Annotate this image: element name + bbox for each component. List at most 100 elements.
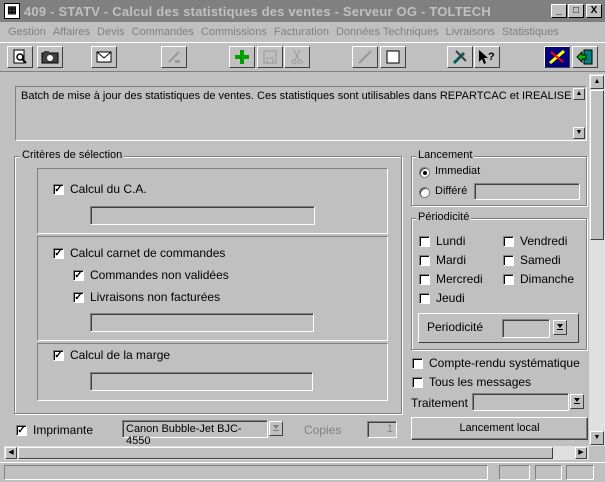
- blank-page-icon: [386, 50, 400, 64]
- save-icon: [263, 50, 277, 64]
- tous-messages-label: Tous les messages: [429, 375, 532, 389]
- differe-radio[interactable]: [419, 187, 430, 198]
- scroll-up-button[interactable]: ▲: [590, 75, 604, 89]
- description-scroll-down-button[interactable]: ▼: [573, 127, 585, 139]
- horizontal-scroll-thumb[interactable]: [18, 447, 553, 459]
- livraisons-non-facturees-label: Livraisons non facturées: [90, 290, 221, 304]
- mail-icon: [96, 51, 112, 63]
- minimize-button[interactable]: _: [551, 4, 567, 18]
- title-bar: ▦ 409 - STATV - Calcul des statistiques …: [0, 0, 605, 22]
- help-button[interactable]: ?: [474, 46, 500, 68]
- batch-button[interactable]: [37, 46, 63, 68]
- periodicite-field-label: Periodicité: [427, 320, 484, 334]
- description-box: Batch de mise à jour des statistiques de…: [15, 86, 587, 141]
- scroll-left-button[interactable]: ◀: [5, 447, 17, 459]
- status-panel-3: [566, 465, 594, 480]
- description-scroll-up-button[interactable]: ▲: [573, 88, 585, 100]
- traitement-select[interactable]: [472, 393, 569, 411]
- description-scrollbar[interactable]: ▲ ▼: [572, 87, 586, 140]
- preview-button[interactable]: [7, 46, 33, 68]
- lundi-checkbox[interactable]: [419, 236, 430, 247]
- menu-gestion[interactable]: Gestion: [8, 26, 46, 38]
- maximize-button[interactable]: □: [568, 4, 584, 18]
- compte-rendu-label: Compte-rendu systématique: [429, 356, 580, 370]
- exit-button[interactable]: [572, 46, 598, 68]
- calcul-carnet-label: Calcul carnet de commandes: [70, 246, 226, 260]
- copies-field[interactable]: 1: [367, 421, 397, 438]
- traitement-dropdown-button[interactable]: [570, 394, 584, 409]
- calcul-carnet-checkbox[interactable]: ✓: [53, 248, 64, 259]
- compte-rendu-checkbox[interactable]: [412, 358, 423, 369]
- commandes-non-validees-checkbox[interactable]: ✓: [73, 270, 84, 281]
- printer-select[interactable]: Canon Bubble-Jet BJC-4550: [122, 420, 268, 447]
- save-button[interactable]: [257, 46, 283, 68]
- exit-icon: [576, 49, 593, 65]
- erase-button[interactable]: [352, 46, 378, 68]
- mercredi-checkbox[interactable]: [419, 274, 430, 285]
- tools-icon: [452, 50, 467, 65]
- calcul-marge-label: Calcul de la marge: [70, 348, 171, 362]
- printer-dropdown-button[interactable]: [269, 421, 283, 436]
- jeudi-label: Jeudi: [436, 291, 465, 305]
- add-button[interactable]: [229, 46, 255, 68]
- menu-donnees-techniques[interactable]: Données Techniques: [336, 26, 439, 38]
- differe-field[interactable]: [474, 183, 580, 200]
- horizontal-scrollbar[interactable]: ◀ ▶: [4, 446, 589, 460]
- cut-button[interactable]: [284, 46, 310, 68]
- main-vertical-scrollbar[interactable]: ▲ ▼: [589, 74, 605, 446]
- calcul-marge-field[interactable]: [90, 372, 313, 391]
- calcul-ca-field[interactable]: [90, 206, 315, 225]
- mercredi-label: Mercredi: [436, 272, 483, 286]
- close-button[interactable]: X: [586, 4, 602, 18]
- tous-messages-checkbox[interactable]: [412, 377, 423, 388]
- vendredi-checkbox[interactable]: [503, 236, 514, 247]
- add-icon: [235, 50, 249, 64]
- scroll-right-button[interactable]: ▶: [575, 447, 587, 459]
- immediat-label: Immediat: [435, 165, 481, 177]
- menu-commandes[interactable]: Commandes: [132, 26, 194, 38]
- chevron-down-icon: [557, 324, 563, 330]
- traitement-label: Traitement: [411, 396, 468, 410]
- copies-label: Copies: [304, 423, 342, 437]
- dimanche-checkbox[interactable]: [503, 274, 514, 285]
- calcul-marge-checkbox[interactable]: ✓: [53, 350, 64, 361]
- menu-livraisons[interactable]: Livraisons: [445, 26, 495, 38]
- launch-icon: [549, 49, 565, 65]
- immediat-radio[interactable]: [419, 167, 430, 178]
- menu-statistiques[interactable]: Statistiques: [502, 26, 559, 38]
- mail-button[interactable]: [91, 46, 117, 68]
- criteres-group-label: Critères de sélection: [20, 149, 125, 161]
- edit-icon: [168, 51, 180, 63]
- lancement-group-label: Lancement: [416, 149, 475, 161]
- imprimante-checkbox[interactable]: ✓: [16, 425, 27, 436]
- livraisons-non-facturees-checkbox[interactable]: ✓: [73, 292, 84, 303]
- menu-affaires[interactable]: Affaires: [53, 26, 90, 38]
- jeudi-checkbox[interactable]: [419, 293, 430, 304]
- calcul-carnet-field[interactable]: [90, 313, 314, 332]
- menu-devis[interactable]: Devis: [97, 26, 125, 38]
- menu-commissions[interactable]: Commissions: [201, 26, 267, 38]
- mardi-checkbox[interactable]: [419, 255, 430, 266]
- batch-icon: [41, 51, 59, 64]
- scroll-down-button[interactable]: ▼: [590, 431, 604, 445]
- lancement-local-button[interactable]: Lancement local: [411, 417, 588, 440]
- edit-button[interactable]: [161, 46, 187, 68]
- menu-facturation[interactable]: Facturation: [274, 26, 329, 38]
- preview-icon: [13, 49, 27, 64]
- dimanche-label: Dimanche: [520, 272, 575, 286]
- description-text: Batch de mise à jour des statistiques de…: [21, 90, 572, 102]
- samedi-checkbox[interactable]: [503, 255, 514, 266]
- commandes-non-validees-label: Commandes non validées: [90, 268, 229, 282]
- calcul-ca-checkbox[interactable]: ✓: [53, 184, 64, 195]
- svg-text:?: ?: [488, 51, 495, 63]
- app-icon[interactable]: ▦: [4, 3, 20, 19]
- mardi-label: Mardi: [436, 253, 467, 267]
- periodicite-dropdown-button[interactable]: [553, 320, 567, 335]
- periodicite-group-label: Périodicité: [416, 211, 472, 223]
- tools-button[interactable]: [447, 46, 473, 68]
- status-panel-main: [4, 465, 488, 480]
- blank-button[interactable]: [380, 46, 406, 68]
- vertical-scroll-thumb[interactable]: [590, 90, 604, 240]
- periodicite-select[interactable]: [502, 319, 550, 338]
- launch-button[interactable]: [544, 46, 570, 68]
